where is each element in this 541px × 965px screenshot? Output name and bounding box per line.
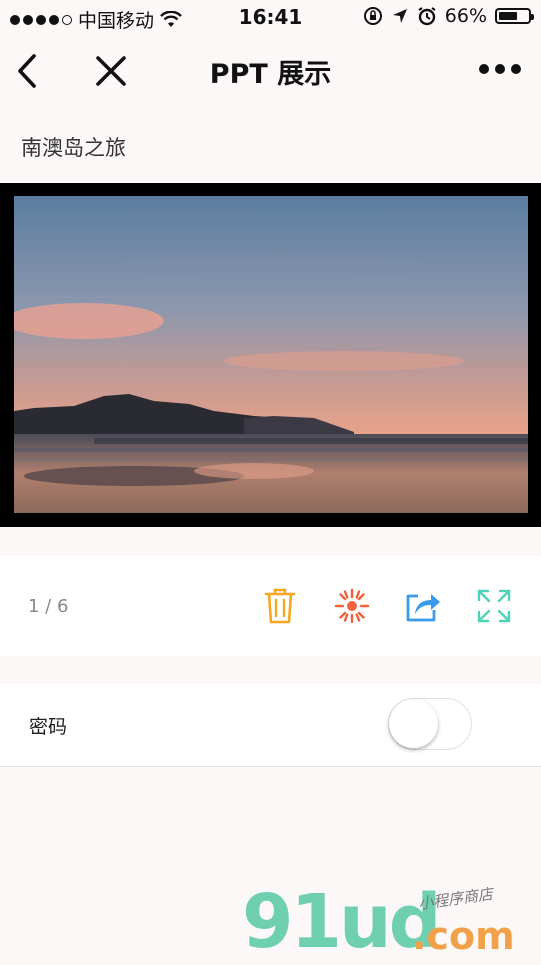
password-row: 密码 [0,684,541,767]
fullscreen-button[interactable] [470,582,518,630]
status-bar: 中国移动 16:41 66% [0,0,541,34]
delete-button[interactable] [256,582,304,630]
watermark-logo: 91ud 小程序商店 .com [240,880,541,960]
share-icon [406,594,440,622]
effects-button[interactable] [328,582,376,630]
expand-icon [477,589,511,623]
password-toggle[interactable] [388,698,472,750]
slide-frame [0,183,541,527]
more-dots-icon[interactable] [479,64,521,74]
status-right: 66% [363,5,534,27]
burst-icon [334,588,370,624]
page-title: PPT 展示 [209,59,332,90]
battery-icon [495,8,534,24]
slide-toolbar: 1 / 6 [0,556,541,656]
slide-image[interactable] [14,196,528,513]
toggle-knob [389,699,438,748]
trash-icon [264,588,296,624]
battery-percent: 66% [444,5,487,27]
nav-bar: PPT 展示 [0,34,541,108]
page-indicator: 1 / 6 [28,596,69,617]
share-button[interactable] [399,582,447,630]
watermark-domain: .com [412,914,515,958]
orientation-lock-icon [363,7,382,25]
alarm-icon [418,7,436,26]
password-label: 密码 [29,716,68,738]
location-arrow-icon [392,9,407,23]
watermark-main: 91ud [242,879,442,965]
ppt-title: 南澳岛之旅 [21,136,126,160]
